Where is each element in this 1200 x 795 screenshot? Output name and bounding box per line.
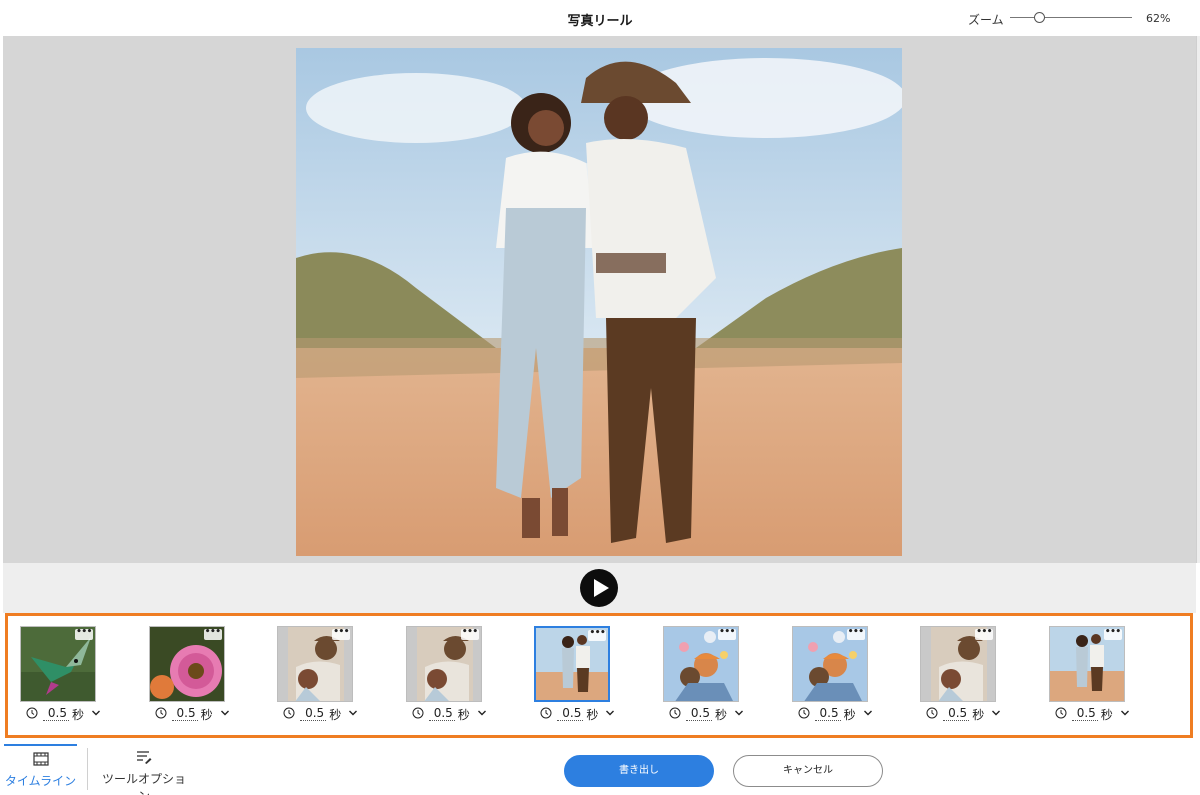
cancel-button[interactable]: キャンセル xyxy=(733,755,883,787)
zoom-slider-track[interactable] xyxy=(1010,17,1132,18)
frame-thumbnail[interactable]: ••• xyxy=(405,626,482,702)
clock-icon xyxy=(540,707,552,719)
duration-value[interactable]: 0.5 xyxy=(1071,706,1098,721)
duration-control[interactable]: 0.5 秒 xyxy=(406,706,506,722)
more-options-icon[interactable]: ••• xyxy=(846,628,865,640)
filmstrip-frame[interactable]: ••• 0.5 秒 xyxy=(526,624,636,728)
chevron-down-icon[interactable] xyxy=(348,708,358,718)
chevron-down-icon[interactable] xyxy=(220,708,230,718)
zoom-slider-thumb[interactable] xyxy=(1034,12,1046,23)
clock-icon xyxy=(798,707,810,719)
duration-control[interactable]: 0.5 秒 xyxy=(149,706,249,722)
filmstrip-frame[interactable]: ••• 0.5 秒 xyxy=(784,624,894,728)
chevron-down-icon[interactable] xyxy=(605,708,615,718)
tab-tool-options[interactable]: ツールオプション xyxy=(100,744,188,795)
duration-control[interactable]: 0.5 秒 xyxy=(534,706,634,722)
duration-unit: 秒 xyxy=(1100,708,1113,722)
clock-icon xyxy=(926,707,938,719)
duration-value[interactable]: 0.5 xyxy=(943,706,970,721)
filmstrip-frame[interactable]: ••• 0.5 秒 xyxy=(1041,624,1151,728)
duration-unit: 秒 xyxy=(72,708,85,722)
tool-options-icon xyxy=(137,751,152,764)
frame-thumbnail[interactable]: ••• xyxy=(663,626,739,702)
chevron-down-icon[interactable] xyxy=(991,708,1001,718)
tab-timeline[interactable]: タイムライン xyxy=(4,744,77,795)
duration-unit: 秒 xyxy=(972,708,985,722)
chevron-down-icon[interactable] xyxy=(1120,708,1130,718)
filmstrip-frame[interactable]: ••• 0.5 秒 xyxy=(912,624,1022,728)
duration-control[interactable]: 0.5 秒 xyxy=(20,706,120,722)
clock-icon xyxy=(26,707,38,719)
filmstrip-icon xyxy=(32,752,49,766)
frame-thumbnail[interactable]: ••• xyxy=(791,626,868,702)
zoom-label: ズーム xyxy=(968,13,1004,27)
filmstrip-frame[interactable]: ••• 0.5 秒 xyxy=(398,624,508,728)
filmstrip-frame[interactable]: ••• 0.5 秒 xyxy=(655,624,765,728)
duration-unit: 秒 xyxy=(457,708,470,722)
preview-area xyxy=(3,36,1196,563)
more-options-icon[interactable]: ••• xyxy=(75,628,93,640)
duration-value[interactable]: 0.5 xyxy=(686,706,712,721)
play-button[interactable] xyxy=(580,569,618,607)
frame-thumbnail[interactable]: ••• xyxy=(20,626,96,702)
playback-bar xyxy=(3,563,1196,613)
duration-unit: 秒 xyxy=(329,708,342,722)
clock-icon xyxy=(155,707,167,719)
duration-unit: 秒 xyxy=(843,708,856,722)
duration-value[interactable]: 0.5 xyxy=(557,706,584,721)
clock-icon xyxy=(1055,707,1067,719)
chevron-down-icon[interactable] xyxy=(477,708,487,718)
chevron-down-icon[interactable] xyxy=(863,708,873,718)
photo-reel-window: 写真リール ズーム 62% ••• 0.5 秒 ••• 0.5 秒 ••• 0.… xyxy=(0,0,1200,795)
filmstrip-frame[interactable]: ••• 0.5 秒 xyxy=(12,624,122,728)
duration-value[interactable]: 0.5 xyxy=(814,706,841,721)
duration-unit: 秒 xyxy=(200,708,213,722)
preview-photo xyxy=(296,48,902,556)
more-options-icon[interactable]: ••• xyxy=(203,628,222,640)
clock-icon xyxy=(412,707,424,719)
scroll-edge xyxy=(1196,36,1200,563)
frame-thumbnail[interactable]: ••• xyxy=(534,626,611,702)
filmstrip: ••• 0.5 秒 ••• 0.5 秒 ••• 0.5 秒 ••• 0.5 秒 ••• 0.5 秒 ••• 0.… xyxy=(5,613,1193,738)
more-options-icon[interactable]: ••• xyxy=(332,628,351,640)
duration-value[interactable]: 0.5 xyxy=(171,706,198,721)
frame-thumbnail[interactable]: ••• xyxy=(277,626,354,702)
duration-control[interactable]: 0.5 秒 xyxy=(792,706,892,722)
duration-value[interactable]: 0.5 xyxy=(300,706,327,721)
frame-thumbnail[interactable]: ••• xyxy=(148,626,225,702)
zoom-slider[interactable] xyxy=(1010,11,1132,25)
export-button[interactable]: 書き出し xyxy=(564,755,714,787)
tab-timeline-label: タイムライン xyxy=(4,774,77,788)
more-options-icon[interactable]: ••• xyxy=(1103,628,1122,640)
duration-value[interactable]: 0.5 xyxy=(43,706,69,721)
chevron-down-icon[interactable] xyxy=(91,708,101,718)
tab-tool-options-label: ツールオプション xyxy=(101,772,186,795)
more-options-icon[interactable]: ••• xyxy=(460,628,479,640)
duration-control[interactable]: 0.5 秒 xyxy=(663,706,763,722)
filmstrip-frame[interactable]: ••• 0.5 秒 xyxy=(141,624,251,728)
footer-bar: タイムライン ツールオプション 書き出し キャンセル xyxy=(0,740,1200,795)
duration-control[interactable]: 0.5 秒 xyxy=(920,706,1020,722)
couple-walking-photo xyxy=(296,48,902,556)
clock-icon xyxy=(283,707,295,719)
clock-icon xyxy=(669,707,681,719)
duration-control[interactable]: 0.5 秒 xyxy=(1049,706,1149,722)
frame-thumbnail[interactable]: ••• xyxy=(1048,626,1125,702)
filmstrip-frame[interactable]: ••• 0.5 秒 xyxy=(269,624,379,728)
zoom-value: 62% xyxy=(1146,12,1171,25)
more-options-icon[interactable]: ••• xyxy=(718,628,736,640)
duration-control[interactable]: 0.5 秒 xyxy=(277,706,377,722)
tab-divider xyxy=(87,748,88,790)
frame-thumbnail[interactable]: ••• xyxy=(920,626,997,702)
chevron-down-icon[interactable] xyxy=(734,708,744,718)
more-options-icon[interactable]: ••• xyxy=(975,628,994,640)
duration-unit: 秒 xyxy=(715,708,728,722)
duration-value[interactable]: 0.5 xyxy=(428,706,455,721)
more-options-icon[interactable]: ••• xyxy=(588,629,607,641)
duration-unit: 秒 xyxy=(586,708,599,722)
header-bar: 写真リール ズーム 62% xyxy=(0,0,1200,36)
